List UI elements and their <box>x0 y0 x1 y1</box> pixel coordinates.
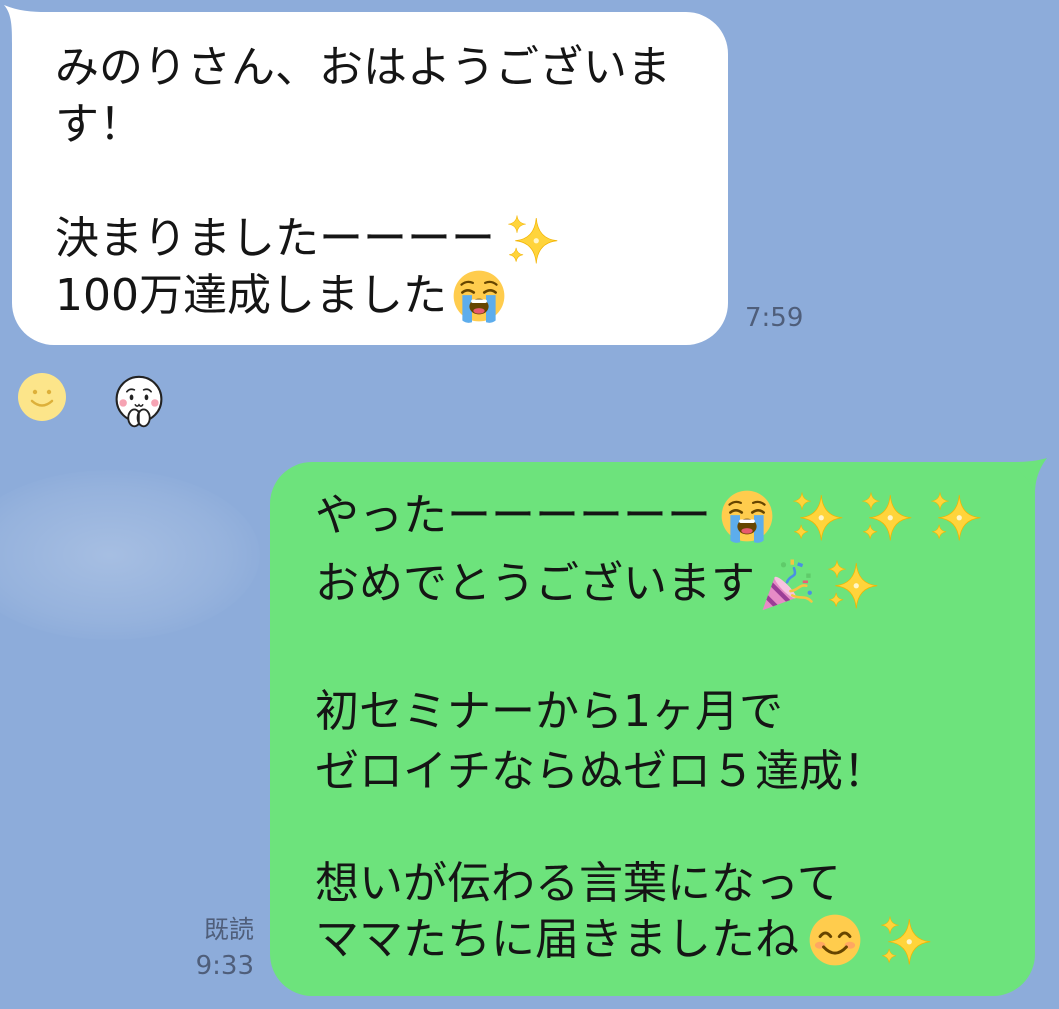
add-reaction-smiley-icon[interactable] <box>17 372 67 422</box>
moved-face-sticker-icon[interactable] <box>111 374 167 430</box>
message-text: 想いが伝わる言葉になって <box>315 858 841 909</box>
message-text: みのりさん、おはようございま <box>55 41 671 93</box>
sparkles-emoji-icon <box>857 488 913 544</box>
sparkles-emoji-icon <box>503 211 559 267</box>
message-text: 初セミナーから1ヶ月で <box>315 686 783 737</box>
party-popper-emoji-icon <box>759 556 815 612</box>
message-text: ゼロイチならぬゼロ５達成！ <box>315 746 887 797</box>
loudly-crying-face-emoji-icon <box>719 488 775 544</box>
message-text: す！ <box>55 98 143 150</box>
message-line: みのりさん、おはようございま <box>55 39 728 96</box>
message-line: ゼロイチならぬゼロ５達成！ <box>315 742 1035 802</box>
message-line: 100万達成しました <box>55 267 728 324</box>
message-text: 100万達成しました <box>55 269 447 321</box>
message-line: す！ <box>55 96 728 153</box>
loudly-crying-face-emoji-icon <box>451 268 507 324</box>
sparkles-emoji-icon <box>926 488 982 544</box>
sparkles-emoji-icon <box>788 488 844 544</box>
message-text: ママたちに届きましたね <box>315 914 799 965</box>
sparkles-emoji-icon <box>823 556 879 612</box>
message-text: おめでとうございます <box>315 558 755 609</box>
message-line: おめでとうございます <box>315 550 1035 618</box>
message-line: 初セミナーから1ヶ月で <box>315 682 1035 742</box>
outgoing-message-time: 9:33 <box>195 951 254 981</box>
message-line: 決まりましたーーーー <box>55 210 728 267</box>
chat-view: みのりさん、おはようございま す！ 決まりましたーーーー 100万達成しました … <box>0 0 1059 1009</box>
read-receipt: 既読 <box>203 915 254 944</box>
background-cloud <box>0 470 260 640</box>
smiling-face-emoji-icon <box>807 912 863 968</box>
message-line: やったーーーーーー <box>315 482 1035 550</box>
outgoing-message-bubble[interactable]: やったーーーーーー おめでとうございます 初セミナーから1ヶ月で ゼロイチならぬ… <box>270 462 1035 996</box>
sparkles-emoji-icon <box>876 912 932 968</box>
incoming-message-bubble[interactable]: みのりさん、おはようございま す！ 決まりましたーーーー 100万達成しました <box>12 12 728 345</box>
incoming-message-time: 7:59 <box>745 303 804 333</box>
message-line: ママたちに届きましたね <box>315 912 1035 968</box>
message-text: やったーーーーーー <box>315 490 711 541</box>
message-line: 想いが伝わる言葉になって <box>315 856 1035 912</box>
message-text: 決まりましたーーーー <box>55 212 495 264</box>
